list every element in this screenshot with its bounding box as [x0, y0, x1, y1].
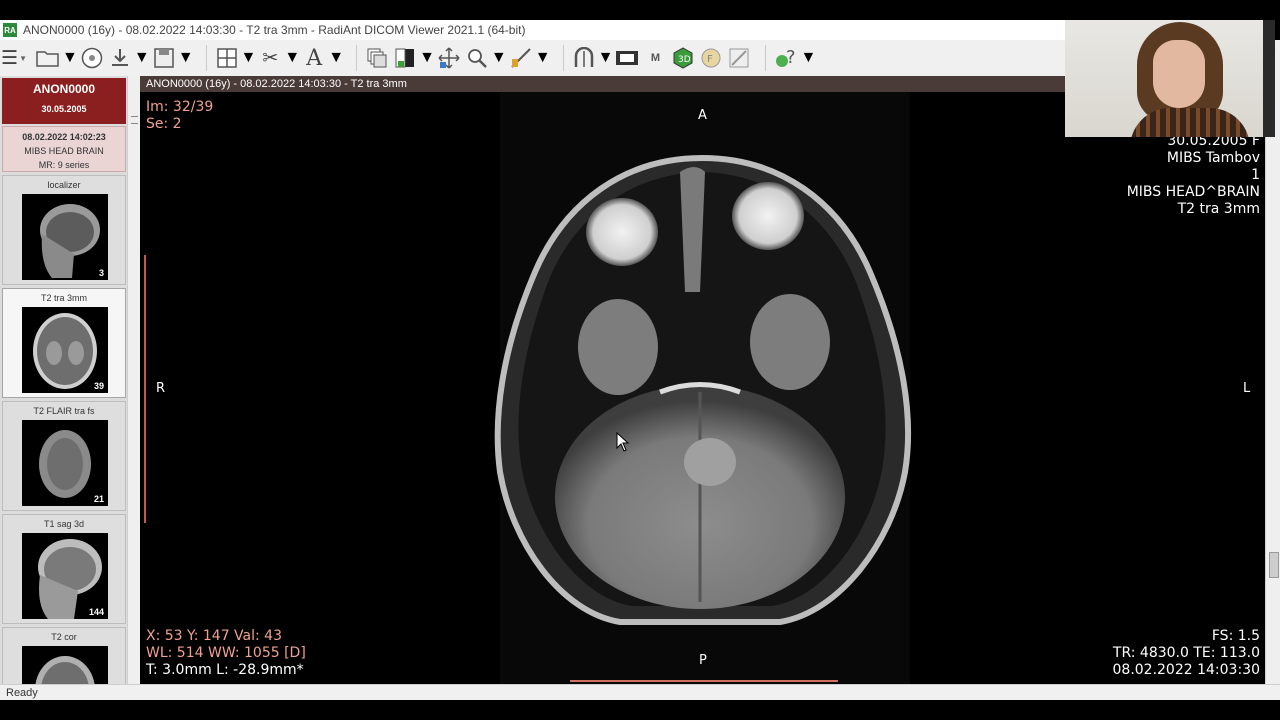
save-icon[interactable] — [150, 44, 178, 72]
series-item-t1-sag-3d[interactable]: T1 sag 3d 144 — [2, 514, 126, 624]
main-toolbar: ☰ ▼ ▼ ▼ ▼ ▼ ✂ ▼ A ▼ ▼ ▼ ▼ ▼ M 3D F ? ▼ — [0, 40, 1065, 77]
series-thumbnail[interactable]: 3 — [22, 194, 108, 280]
status-bar: Ready — [0, 684, 1280, 700]
study-datetime: 08.02.2022 14:02:23 — [22, 132, 106, 142]
acquisition-datetime: 08.02.2022 14:03:30 — [1112, 662, 1261, 678]
status-text: Ready — [6, 687, 38, 699]
text-annotation-icon[interactable]: A — [300, 44, 328, 72]
orientation-left: R — [156, 381, 166, 396]
sidebar-splitter[interactable] — [127, 76, 141, 684]
mpr-icon[interactable]: M — [641, 44, 669, 72]
open-folder-icon[interactable] — [34, 44, 62, 72]
3d-volume-icon[interactable]: 3D — [669, 44, 697, 72]
fusion-icon[interactable]: F — [697, 44, 725, 72]
pan-icon[interactable] — [435, 44, 463, 72]
series-description-overlay: T2 tra 3mm — [1177, 201, 1260, 217]
study-description-overlay: MIBS HEAD^BRAIN — [1126, 184, 1260, 200]
cd-dvd-icon[interactable] — [78, 44, 106, 72]
series-label: T1 sag 3d — [43, 519, 85, 529]
compare-icon[interactable] — [725, 44, 753, 72]
series-image-count: 3 — [98, 268, 104, 278]
patient-card[interactable]: ANON0000 30.05.2005 — [2, 78, 126, 124]
patient-name: ANON0000 — [32, 82, 96, 96]
overlay-top-left: Im: 32/39 Se: 2 — [146, 99, 213, 133]
webcam-overlay — [1065, 20, 1275, 137]
study-modality: MR: 9 series — [38, 160, 90, 170]
series-thumbnail[interactable]: 21 — [22, 420, 108, 506]
window-level-icon[interactable] — [391, 44, 419, 72]
series-thumbnail[interactable] — [22, 646, 108, 684]
study-browser-sidebar: ANON0000 30.05.2005 08.02.2022 14:02:23 … — [0, 76, 128, 684]
svg-text:3D: 3D — [678, 55, 691, 65]
image-index: Im: 32/39 — [146, 99, 214, 115]
screen-bottom-strip — [0, 700, 1280, 720]
series-label: T2 tra 3mm — [40, 293, 87, 303]
series-item-localizer[interactable]: localizer 3 — [2, 175, 126, 285]
scale-bar-left — [144, 255, 146, 523]
radiant-app-icon: RA — [3, 23, 17, 37]
orientation-right: L — [1243, 381, 1251, 396]
layout-grid-icon[interactable] — [213, 44, 241, 72]
overlay-bottom-right: FS: 1.5 TR: 4830.0 TE: 113.0 08.02.2022 … — [1113, 628, 1261, 679]
mouse-cursor-icon — [616, 432, 630, 452]
menu-icon[interactable]: ☰ ▼ — [0, 44, 28, 72]
study-number: 1 — [1251, 167, 1260, 183]
series-item-t2-tra-3mm[interactable]: T2 tra 3mm 39 — [2, 288, 126, 398]
series-image-count: 144 — [88, 607, 104, 617]
series-number: Se: 2 — [146, 116, 182, 132]
field-strength: FS: 1.5 — [1211, 628, 1260, 644]
patient-dob: 30.05.2005 — [41, 104, 87, 114]
help-icon[interactable]: ? — [772, 44, 800, 72]
viewport-header: ANON0000 (16y) - 08.02.2022 14:03:30 - T… — [140, 76, 1065, 92]
image-viewport[interactable]: Im: 32/39 Se: 2 30.05.2005 F MIBS Tambov… — [140, 92, 1265, 684]
window-level: WL: 514 WW: 1055 [D] — [146, 645, 306, 661]
series-label: T2 cor — [51, 632, 77, 642]
measure-ruler-icon[interactable] — [507, 44, 535, 72]
study-description: MIBS HEAD BRAIN — [24, 146, 104, 156]
scrollbar-thumb[interactable] — [1269, 552, 1279, 578]
series-thumbnail[interactable]: 144 — [22, 533, 108, 619]
mri-axial-image[interactable] — [140, 92, 1265, 684]
series-image-count: 39 — [93, 381, 104, 391]
series-label: localizer — [47, 180, 81, 190]
series-thumbnail[interactable]: 39 — [22, 307, 108, 393]
series-label: T2 FLAIR tra fs — [33, 406, 95, 416]
svg-text:?: ? — [786, 47, 796, 68]
film-export-icon[interactable] — [613, 44, 641, 72]
series-stack-icon[interactable] — [363, 44, 391, 72]
download-icon[interactable] — [106, 44, 134, 72]
series-item-t2-flair-tra-fs[interactable]: T2 FLAIR tra fs 21 — [2, 401, 126, 511]
series-item-t2-cor[interactable]: T2 cor — [2, 627, 126, 684]
zoom-icon[interactable] — [463, 44, 491, 72]
screen-top-strip — [0, 0, 1280, 20]
title-bar: RA ANON0000 (16y) - 08.02.2022 14:03:30 … — [0, 20, 1065, 41]
series-image-count: 21 — [93, 494, 104, 504]
tr-te: TR: 4830.0 TE: 113.0 — [1112, 645, 1260, 661]
cursor-coordinates: X: 53 Y: 147 Val: 43 — [146, 628, 282, 644]
slice-thickness: T: 3.0mm L: -28.9mm* — [146, 662, 304, 678]
orientation-top: A — [698, 108, 707, 123]
scroll-link-icon[interactable] — [570, 44, 598, 72]
orientation-bottom: P — [699, 653, 707, 668]
scissors-cut-icon[interactable]: ✂ — [256, 44, 284, 72]
institution-name: MIBS Tambov — [1166, 150, 1260, 166]
overlay-top-right: 30.05.2005 F MIBS Tambov 1 MIBS HEAD^BRA… — [1127, 133, 1260, 218]
study-card[interactable]: 08.02.2022 14:02:23 MIBS HEAD BRAIN MR: … — [2, 126, 126, 172]
window-title: ANON0000 (16y) - 08.02.2022 14:03:30 - T… — [23, 23, 526, 37]
overlay-bottom-left: X: 53 Y: 147 Val: 43 WL: 514 WW: 1055 [D… — [146, 628, 306, 679]
svg-text:F: F — [707, 54, 713, 65]
